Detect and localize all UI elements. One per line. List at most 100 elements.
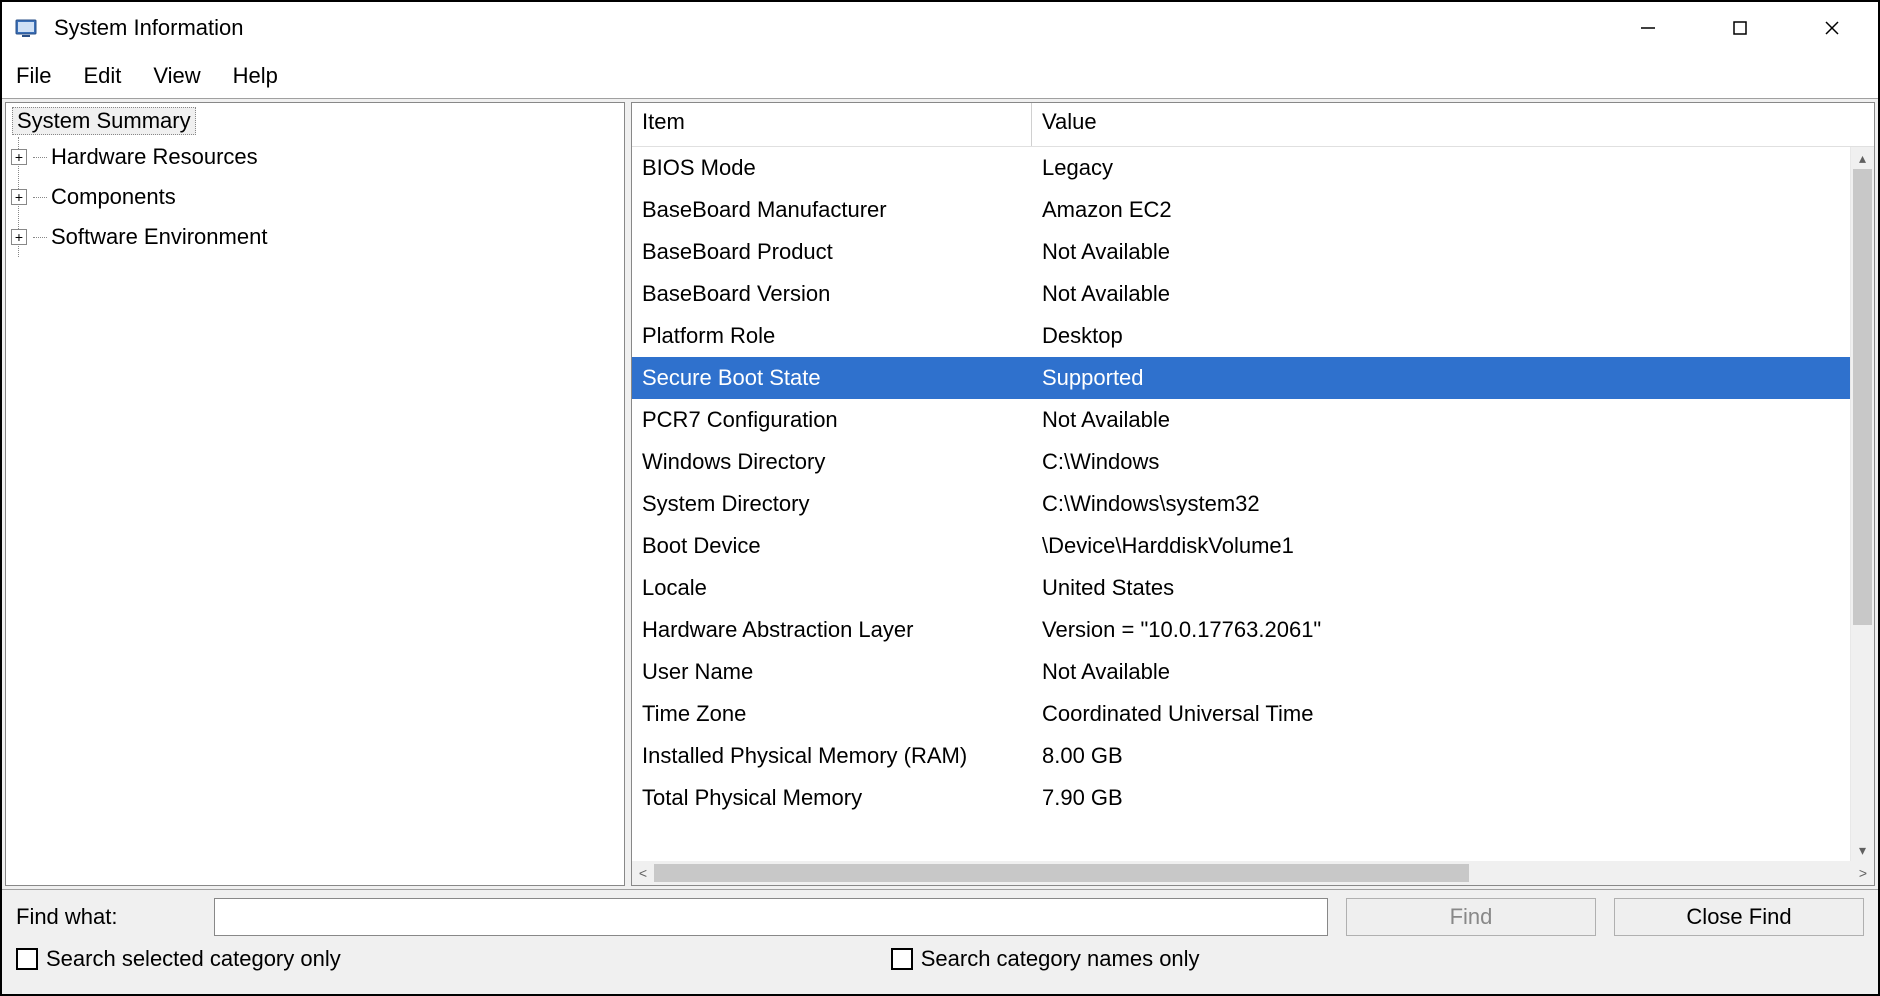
cell-item: BaseBoard Version xyxy=(632,281,1032,307)
cell-item: BIOS Mode xyxy=(632,155,1032,181)
tree-node-hardware-resources[interactable]: + Hardware Resources xyxy=(19,137,618,177)
cell-item: Boot Device xyxy=(632,533,1032,559)
cell-item: System Directory xyxy=(632,491,1032,517)
tree-node-components[interactable]: + Components xyxy=(19,177,618,217)
list-row[interactable]: Time ZoneCoordinated Universal Time xyxy=(632,693,1850,735)
vertical-scrollbar[interactable]: ▴ ▾ xyxy=(1850,147,1874,861)
tree-connector xyxy=(33,157,47,158)
column-header-item[interactable]: Item xyxy=(632,103,1032,146)
cell-item: Locale xyxy=(632,575,1032,601)
scroll-thumb[interactable] xyxy=(654,864,1469,882)
cell-value: Supported xyxy=(1032,365,1850,391)
menu-view[interactable]: View xyxy=(149,59,204,93)
cell-value: United States xyxy=(1032,575,1850,601)
cell-value: C:\Windows xyxy=(1032,449,1850,475)
details-body[interactable]: BIOS ModeLegacyBaseBoard ManufacturerAma… xyxy=(632,147,1850,861)
column-header-value[interactable]: Value xyxy=(1032,103,1874,146)
list-row[interactable]: Windows DirectoryC:\Windows xyxy=(632,441,1850,483)
list-row[interactable]: User NameNot Available xyxy=(632,651,1850,693)
search-selected-category-checkbox[interactable]: Search selected category only xyxy=(16,946,341,972)
list-row[interactable]: Installed Physical Memory (RAM)8.00 GB xyxy=(632,735,1850,777)
cell-value: Not Available xyxy=(1032,407,1850,433)
list-row[interactable]: PCR7 ConfigurationNot Available xyxy=(632,399,1850,441)
category-tree[interactable]: System Summary + Hardware Resources + Co… xyxy=(5,102,625,886)
list-row[interactable]: Hardware Abstraction LayerVersion = "10.… xyxy=(632,609,1850,651)
close-find-button-label: Close Find xyxy=(1686,904,1791,930)
cell-value: Not Available xyxy=(1032,281,1850,307)
scroll-thumb[interactable] xyxy=(1853,169,1872,625)
search-category-names-checkbox[interactable]: Search category names only xyxy=(891,946,1200,972)
find-bar: Find what: Find Close Find Search select… xyxy=(2,890,1878,994)
details-list: Item Value BIOS ModeLegacyBaseBoard Manu… xyxy=(631,102,1875,886)
cell-item: BaseBoard Product xyxy=(632,239,1032,265)
window-title: System Information xyxy=(54,15,244,41)
horizontal-scrollbar[interactable]: < > xyxy=(632,861,1874,885)
list-row[interactable]: Platform RoleDesktop xyxy=(632,315,1850,357)
tree-root-label: System Summary xyxy=(17,108,191,133)
tree-connector xyxy=(33,197,47,198)
checkbox-icon xyxy=(16,948,38,970)
close-find-button[interactable]: Close Find xyxy=(1614,898,1864,936)
expand-icon[interactable]: + xyxy=(11,149,27,165)
scroll-up-icon[interactable]: ▴ xyxy=(1851,147,1874,169)
cell-item: Time Zone xyxy=(632,701,1032,727)
find-button-label: Find xyxy=(1450,904,1493,930)
cell-value: Legacy xyxy=(1032,155,1850,181)
list-row[interactable]: BIOS ModeLegacy xyxy=(632,147,1850,189)
list-row[interactable]: LocaleUnited States xyxy=(632,567,1850,609)
cell-value: Coordinated Universal Time xyxy=(1032,701,1850,727)
cell-item: BaseBoard Manufacturer xyxy=(632,197,1032,223)
list-row[interactable]: System DirectoryC:\Windows\system32 xyxy=(632,483,1850,525)
cell-item: Windows Directory xyxy=(632,449,1032,475)
find-button[interactable]: Find xyxy=(1346,898,1596,936)
cell-value: Amazon EC2 xyxy=(1032,197,1850,223)
main-area: System Summary + Hardware Resources + Co… xyxy=(2,98,1878,890)
menu-help[interactable]: Help xyxy=(229,59,282,93)
list-row[interactable]: Secure Boot StateSupported xyxy=(632,357,1850,399)
expand-icon[interactable]: + xyxy=(11,229,27,245)
list-row[interactable]: BaseBoard VersionNot Available xyxy=(632,273,1850,315)
list-row[interactable]: Boot Device\Device\HarddiskVolume1 xyxy=(632,525,1850,567)
expand-icon[interactable]: + xyxy=(11,189,27,205)
cell-item: User Name xyxy=(632,659,1032,685)
minimize-button[interactable] xyxy=(1602,2,1694,54)
checkbox-icon xyxy=(891,948,913,970)
cell-value: Desktop xyxy=(1032,323,1850,349)
menu-edit[interactable]: Edit xyxy=(79,59,125,93)
cell-item: PCR7 Configuration xyxy=(632,407,1032,433)
cell-value: Not Available xyxy=(1032,659,1850,685)
list-row[interactable]: BaseBoard ProductNot Available xyxy=(632,231,1850,273)
menu-file[interactable]: File xyxy=(12,59,55,93)
scroll-down-icon[interactable]: ▾ xyxy=(1851,839,1874,861)
tree-root-system-summary[interactable]: System Summary xyxy=(12,107,196,135)
checkbox-label: Search selected category only xyxy=(46,946,341,972)
window-controls xyxy=(1602,2,1878,54)
cell-item: Total Physical Memory xyxy=(632,785,1032,811)
find-what-input[interactable] xyxy=(214,898,1328,936)
scroll-right-icon[interactable]: > xyxy=(1852,861,1874,885)
list-row[interactable]: Total Physical Memory7.90 GB xyxy=(632,777,1850,819)
app-icon xyxy=(12,14,40,42)
scroll-track[interactable] xyxy=(1851,169,1874,839)
window: System Information File Edit View Help S… xyxy=(0,0,1880,996)
checkbox-label: Search category names only xyxy=(921,946,1200,972)
cell-item: Hardware Abstraction Layer xyxy=(632,617,1032,643)
cell-item: Installed Physical Memory (RAM) xyxy=(632,743,1032,769)
menu-bar: File Edit View Help xyxy=(2,54,1878,98)
tree-node-label: Software Environment xyxy=(47,224,267,250)
cell-item: Platform Role xyxy=(632,323,1032,349)
cell-value: 8.00 GB xyxy=(1032,743,1850,769)
tree-connector xyxy=(33,237,47,238)
find-what-label: Find what: xyxy=(16,904,196,930)
details-header: Item Value xyxy=(632,103,1874,147)
title-bar: System Information xyxy=(2,2,1878,54)
maximize-button[interactable] xyxy=(1694,2,1786,54)
scroll-left-icon[interactable]: < xyxy=(632,861,654,885)
list-row[interactable]: BaseBoard ManufacturerAmazon EC2 xyxy=(632,189,1850,231)
cell-value: \Device\HarddiskVolume1 xyxy=(1032,533,1850,559)
scroll-track[interactable] xyxy=(654,861,1852,885)
tree-node-label: Hardware Resources xyxy=(47,144,258,170)
tree-node-label: Components xyxy=(47,184,176,210)
tree-node-software-environment[interactable]: + Software Environment xyxy=(19,217,618,257)
close-button[interactable] xyxy=(1786,2,1878,54)
